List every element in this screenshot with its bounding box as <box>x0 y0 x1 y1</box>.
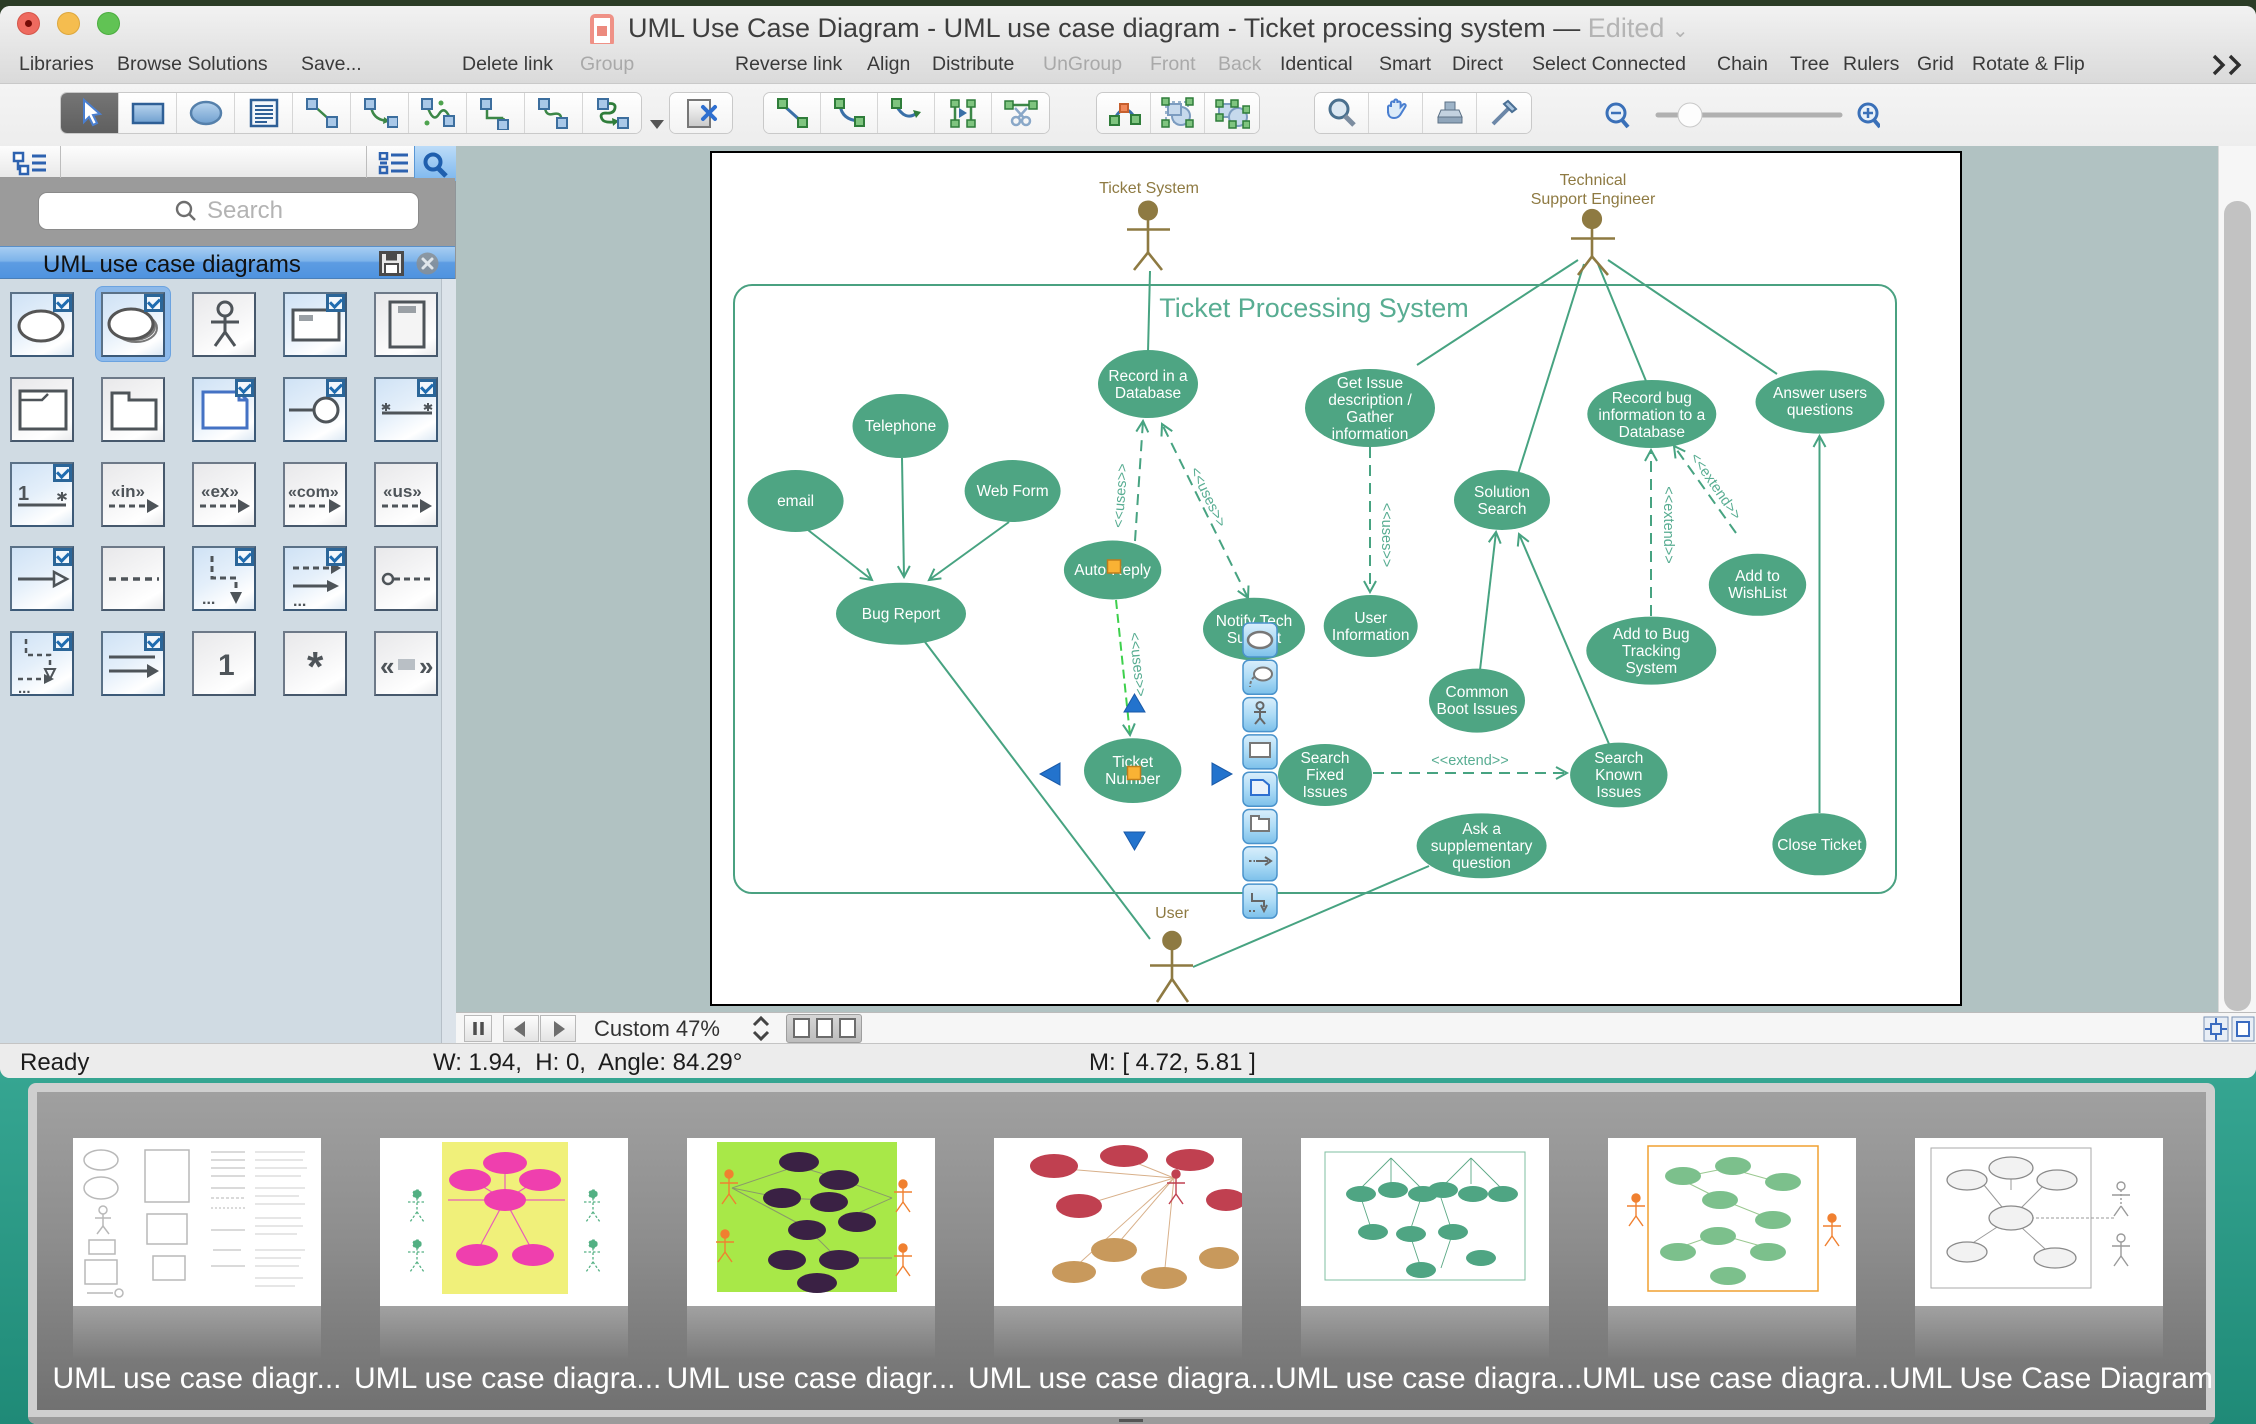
svg-text:...: ... <box>202 591 215 608</box>
svg-text:<<uses>>: <<uses>> <box>1378 503 1394 568</box>
svg-text:1: 1 <box>18 483 29 505</box>
svg-text:Database: Database <box>1115 385 1181 402</box>
svg-text:Ticket System: Ticket System <box>1099 180 1199 197</box>
svg-text:«ex»: «ex» <box>201 482 239 501</box>
svg-text:Ticket Processing System: Ticket Processing System <box>1159 293 1469 323</box>
svg-text:Add to: Add to <box>1735 568 1780 585</box>
svg-text:description /: description / <box>1328 392 1412 409</box>
svg-text:Bug Report: Bug Report <box>862 606 941 623</box>
svg-text:Search: Search <box>1594 750 1643 767</box>
svg-text:WishList: WishList <box>1728 585 1787 602</box>
svg-text:Known: Known <box>1595 767 1642 784</box>
svg-text:«in»: «in» <box>111 482 145 501</box>
svg-text:Add to Bug: Add to Bug <box>1613 626 1690 643</box>
svg-text:<<extend>>: <<extend>> <box>1431 753 1508 769</box>
svg-text:...: ... <box>18 680 31 695</box>
svg-text:questions: questions <box>1787 402 1854 419</box>
svg-text:Gather: Gather <box>1346 409 1393 426</box>
svg-text:Search: Search <box>1477 501 1526 518</box>
svg-text:Close Ticket: Close Ticket <box>1777 837 1862 854</box>
svg-text:«us»: «us» <box>383 482 422 501</box>
svg-text:User: User <box>1155 905 1189 922</box>
svg-text:Get Issue: Get Issue <box>1337 375 1403 392</box>
svg-text:User: User <box>1354 610 1387 627</box>
svg-text:Record bug: Record bug <box>1612 390 1692 407</box>
svg-text:«: « <box>380 651 394 681</box>
svg-text:Solution: Solution <box>1474 484 1530 501</box>
svg-text:Fixed: Fixed <box>1306 767 1344 784</box>
svg-text:Answer users: Answer users <box>1773 385 1867 402</box>
svg-text:Database: Database <box>1619 424 1685 441</box>
svg-text:supplementary: supplementary <box>1431 838 1533 855</box>
svg-text:email: email <box>777 493 814 510</box>
svg-text:<<extend>>: <<extend>> <box>1687 450 1745 523</box>
svg-text:Information: Information <box>1332 627 1410 644</box>
svg-text:Web Form: Web Form <box>977 483 1049 500</box>
svg-text:Support Engineer: Support Engineer <box>1531 191 1656 208</box>
svg-text:1: 1 <box>218 649 235 682</box>
svg-text:Telephone: Telephone <box>865 418 937 435</box>
svg-text:<<uses>>: <<uses>> <box>1126 632 1149 698</box>
svg-text:Boot Issues: Boot Issues <box>1437 701 1518 718</box>
svg-text:*: * <box>307 643 324 690</box>
svg-text:Common: Common <box>1446 684 1509 701</box>
svg-text:System: System <box>1625 660 1677 677</box>
svg-text:«com»: «com» <box>288 484 339 501</box>
svg-text:question: question <box>1452 855 1511 872</box>
svg-text:»: » <box>419 651 433 681</box>
svg-text:Issues: Issues <box>1303 784 1348 801</box>
svg-text:...: ... <box>293 593 306 610</box>
svg-text:Technical: Technical <box>1560 172 1627 189</box>
svg-text:information: information <box>1332 426 1409 443</box>
svg-text:information to a: information to a <box>1598 407 1705 424</box>
svg-text:Search: Search <box>1300 750 1349 767</box>
svg-text:Ask a: Ask a <box>1462 821 1501 838</box>
svg-text:Tracking: Tracking <box>1622 643 1681 660</box>
svg-text:Record in a: Record in a <box>1108 368 1188 385</box>
svg-text:<<uses>>: <<uses>> <box>1111 463 1131 528</box>
svg-text:Issues: Issues <box>1596 784 1641 801</box>
svg-text:<<extend>>: <<extend>> <box>1660 486 1676 563</box>
svg-text:<<uses>>: <<uses>> <box>1186 465 1229 530</box>
